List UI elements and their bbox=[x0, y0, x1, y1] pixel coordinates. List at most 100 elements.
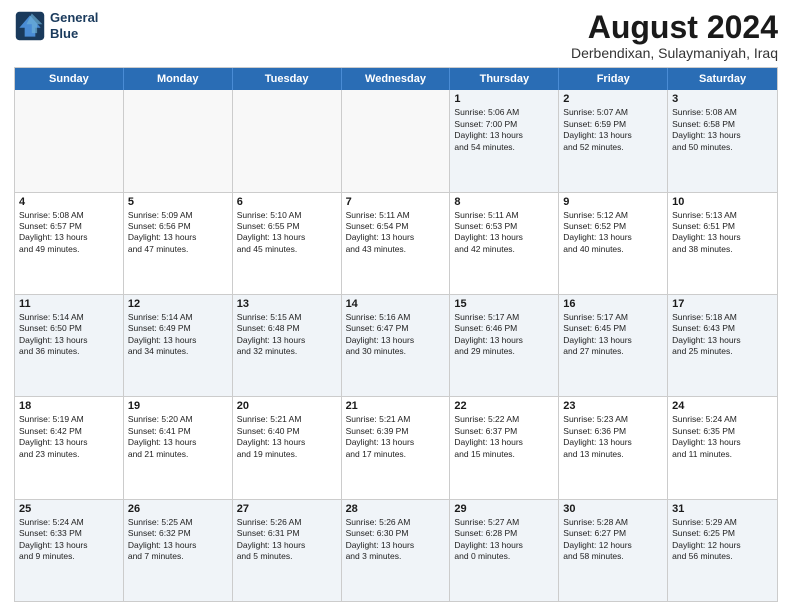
day-details: Sunrise: 5:11 AMSunset: 6:54 PMDaylight:… bbox=[346, 210, 446, 256]
title-block: August 2024 Derbendixan, Sulaymaniyah, I… bbox=[571, 10, 778, 61]
day-number: 24 bbox=[672, 400, 773, 412]
day-number: 29 bbox=[454, 503, 554, 515]
empty-cell bbox=[342, 90, 451, 191]
logo-text: General Blue bbox=[50, 10, 98, 41]
day-details: Sunrise: 5:19 AMSunset: 6:42 PMDaylight:… bbox=[19, 414, 119, 460]
day-details: Sunrise: 5:11 AMSunset: 6:53 PMDaylight:… bbox=[454, 210, 554, 256]
weekday-header-monday: Monday bbox=[124, 68, 233, 90]
day-details: Sunrise: 5:26 AMSunset: 6:30 PMDaylight:… bbox=[346, 517, 446, 563]
weekday-header-friday: Friday bbox=[559, 68, 668, 90]
empty-cell bbox=[15, 90, 124, 191]
day-details: Sunrise: 5:09 AMSunset: 6:56 PMDaylight:… bbox=[128, 210, 228, 256]
day-cell-24: 24 Sunrise: 5:24 AMSunset: 6:35 PMDayligh… bbox=[668, 397, 777, 498]
calendar-header: SundayMondayTuesdayWednesdayThursdayFrid… bbox=[15, 68, 777, 90]
day-details: Sunrise: 5:12 AMSunset: 6:52 PMDaylight:… bbox=[563, 210, 663, 256]
day-cell-14: 14 Sunrise: 5:16 AMSunset: 6:47 PMDayligh… bbox=[342, 295, 451, 396]
day-cell-10: 10Sunrise: 5:13 AMSunset: 6:51 PMDayligh… bbox=[668, 193, 777, 294]
calendar-row-2: 4Sunrise: 5:08 AMSunset: 6:57 PMDaylight… bbox=[15, 192, 777, 294]
day-cell-23: 23 Sunrise: 5:23 AMSunset: 6:36 PMDayligh… bbox=[559, 397, 668, 498]
day-number: 9 bbox=[563, 196, 663, 208]
day-details: Sunrise: 5:21 AMSunset: 6:40 PMDaylight:… bbox=[237, 414, 337, 460]
day-cell-21: 21Sunrise: 5:21 AMSunset: 6:39 PMDayligh… bbox=[342, 397, 451, 498]
day-cell-17: 17Sunrise: 5:18 AMSunset: 6:43 PMDayligh… bbox=[668, 295, 777, 396]
calendar-row-3: 11 Sunrise: 5:14 AMSunset: 6:50 PMDayligh… bbox=[15, 294, 777, 396]
weekday-header-saturday: Saturday bbox=[668, 68, 777, 90]
day-number: 30 bbox=[563, 503, 663, 515]
day-number: 4 bbox=[19, 196, 119, 208]
day-cell-7: 7 Sunrise: 5:11 AMSunset: 6:54 PMDaylight… bbox=[342, 193, 451, 294]
day-cell-19: 19 Sunrise: 5:20 AMSunset: 6:41 PMDayligh… bbox=[124, 397, 233, 498]
day-cell-12: 12 Sunrise: 5:14 AMSunset: 6:49 PMDayligh… bbox=[124, 295, 233, 396]
day-cell-26: 26Sunrise: 5:25 AMSunset: 6:32 PMDayligh… bbox=[124, 500, 233, 601]
day-cell-8: 8 Sunrise: 5:11 AMSunset: 6:53 PMDaylight… bbox=[450, 193, 559, 294]
day-cell-31: 31Sunrise: 5:29 AMSunset: 6:25 PMDayligh… bbox=[668, 500, 777, 601]
empty-cell bbox=[233, 90, 342, 191]
logo-icon bbox=[14, 10, 46, 42]
day-cell-11: 11 Sunrise: 5:14 AMSunset: 6:50 PMDayligh… bbox=[15, 295, 124, 396]
month-title: August 2024 bbox=[571, 10, 778, 45]
day-number: 6 bbox=[237, 196, 337, 208]
day-cell-15: 15Sunrise: 5:17 AMSunset: 6:46 PMDayligh… bbox=[450, 295, 559, 396]
day-details: Sunrise: 5:16 AMSunset: 6:47 PMDaylight:… bbox=[346, 312, 446, 358]
day-number: 14 bbox=[346, 298, 446, 310]
day-number: 27 bbox=[237, 503, 337, 515]
day-number: 21 bbox=[346, 400, 446, 412]
day-number: 15 bbox=[454, 298, 554, 310]
calendar-row-4: 18Sunrise: 5:19 AMSunset: 6:42 PMDayligh… bbox=[15, 396, 777, 498]
day-number: 8 bbox=[454, 196, 554, 208]
day-details: Sunrise: 5:17 AMSunset: 6:45 PMDaylight:… bbox=[563, 312, 663, 358]
day-cell-29: 29 Sunrise: 5:27 AMSunset: 6:28 PMDayligh… bbox=[450, 500, 559, 601]
day-number: 22 bbox=[454, 400, 554, 412]
day-cell-22: 22Sunrise: 5:22 AMSunset: 6:37 PMDayligh… bbox=[450, 397, 559, 498]
day-details: Sunrise: 5:23 AMSunset: 6:36 PMDaylight:… bbox=[563, 414, 663, 460]
day-details: Sunrise: 5:24 AMSunset: 6:35 PMDaylight:… bbox=[672, 414, 773, 460]
day-cell-27: 27Sunrise: 5:26 AMSunset: 6:31 PMDayligh… bbox=[233, 500, 342, 601]
empty-cell bbox=[124, 90, 233, 191]
day-number: 13 bbox=[237, 298, 337, 310]
day-number: 3 bbox=[672, 93, 773, 105]
header: General Blue August 2024 Derbendixan, Su… bbox=[14, 10, 778, 61]
calendar-row-1: 1 Sunrise: 5:06 AMSunset: 7:00 PMDaylight… bbox=[15, 90, 777, 191]
day-details: Sunrise: 5:06 AMSunset: 7:00 PMDaylight:… bbox=[454, 107, 554, 153]
weekday-header-sunday: Sunday bbox=[15, 68, 124, 90]
weekday-header-thursday: Thursday bbox=[450, 68, 559, 90]
day-number: 19 bbox=[128, 400, 228, 412]
day-number: 26 bbox=[128, 503, 228, 515]
weekday-header-wednesday: Wednesday bbox=[342, 68, 451, 90]
calendar: SundayMondayTuesdayWednesdayThursdayFrid… bbox=[14, 67, 778, 602]
day-cell-20: 20 Sunrise: 5:21 AMSunset: 6:40 PMDayligh… bbox=[233, 397, 342, 498]
day-details: Sunrise: 5:14 AMSunset: 6:49 PMDaylight:… bbox=[128, 312, 228, 358]
day-details: Sunrise: 5:27 AMSunset: 6:28 PMDaylight:… bbox=[454, 517, 554, 563]
day-number: 11 bbox=[19, 298, 119, 310]
day-cell-1: 1 Sunrise: 5:06 AMSunset: 7:00 PMDaylight… bbox=[450, 90, 559, 191]
day-cell-4: 4Sunrise: 5:08 AMSunset: 6:57 PMDaylight… bbox=[15, 193, 124, 294]
day-cell-16: 16Sunrise: 5:17 AMSunset: 6:45 PMDayligh… bbox=[559, 295, 668, 396]
day-cell-30: 30 Sunrise: 5:28 AMSunset: 6:27 PMDayligh… bbox=[559, 500, 668, 601]
page: General Blue August 2024 Derbendixan, Su… bbox=[0, 0, 792, 612]
day-number: 20 bbox=[237, 400, 337, 412]
day-details: Sunrise: 5:28 AMSunset: 6:27 PMDaylight:… bbox=[563, 517, 663, 563]
day-details: Sunrise: 5:18 AMSunset: 6:43 PMDaylight:… bbox=[672, 312, 773, 358]
day-cell-25: 25Sunrise: 5:24 AMSunset: 6:33 PMDayligh… bbox=[15, 500, 124, 601]
day-number: 28 bbox=[346, 503, 446, 515]
day-number: 23 bbox=[563, 400, 663, 412]
weekday-header-tuesday: Tuesday bbox=[233, 68, 342, 90]
day-cell-6: 6 Sunrise: 5:10 AMSunset: 6:55 PMDaylight… bbox=[233, 193, 342, 294]
day-details: Sunrise: 5:07 AMSunset: 6:59 PMDaylight:… bbox=[563, 107, 663, 153]
day-cell-3: 3 Sunrise: 5:08 AMSunset: 6:58 PMDaylight… bbox=[668, 90, 777, 191]
day-number: 7 bbox=[346, 196, 446, 208]
day-number: 12 bbox=[128, 298, 228, 310]
day-number: 25 bbox=[19, 503, 119, 515]
logo: General Blue bbox=[14, 10, 98, 42]
day-cell-2: 2 Sunrise: 5:07 AMSunset: 6:59 PMDaylight… bbox=[559, 90, 668, 191]
day-number: 5 bbox=[128, 196, 228, 208]
day-cell-5: 5 Sunrise: 5:09 AMSunset: 6:56 PMDaylight… bbox=[124, 193, 233, 294]
day-number: 2 bbox=[563, 93, 663, 105]
day-details: Sunrise: 5:20 AMSunset: 6:41 PMDaylight:… bbox=[128, 414, 228, 460]
day-details: Sunrise: 5:14 AMSunset: 6:50 PMDaylight:… bbox=[19, 312, 119, 358]
day-details: Sunrise: 5:15 AMSunset: 6:48 PMDaylight:… bbox=[237, 312, 337, 358]
day-details: Sunrise: 5:29 AMSunset: 6:25 PMDaylight:… bbox=[672, 517, 773, 563]
day-details: Sunrise: 5:10 AMSunset: 6:55 PMDaylight:… bbox=[237, 210, 337, 256]
day-details: Sunrise: 5:08 AMSunset: 6:58 PMDaylight:… bbox=[672, 107, 773, 153]
day-number: 1 bbox=[454, 93, 554, 105]
